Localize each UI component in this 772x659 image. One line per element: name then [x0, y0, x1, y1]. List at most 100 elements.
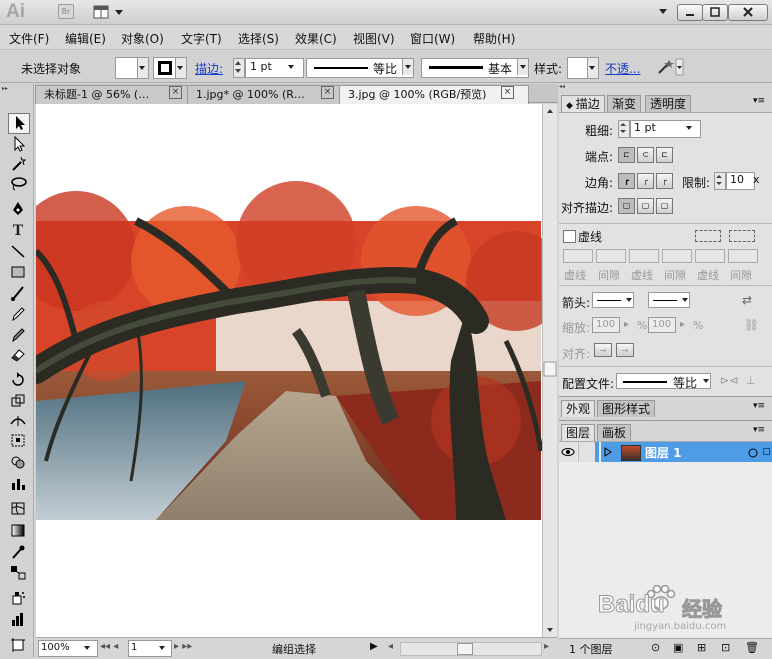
- rectangle-tool-icon[interactable]: [8, 263, 28, 282]
- limit-stepper[interactable]: [714, 172, 726, 190]
- pen-tool-icon[interactable]: [8, 200, 28, 219]
- flip-across-icon[interactable]: ⊥: [746, 374, 756, 387]
- dash-field-1[interactable]: [563, 249, 593, 263]
- width-tool-icon[interactable]: [8, 412, 28, 431]
- tab-stroke[interactable]: ◆ 描边: [561, 95, 605, 112]
- panel-menu-icon[interactable]: ▾≡: [753, 401, 765, 411]
- maximize-button[interactable]: [702, 4, 728, 21]
- round-join-icon[interactable]: ╭: [637, 173, 654, 189]
- eyedropper-tool-icon[interactable]: [8, 543, 28, 562]
- expand-triangle-icon[interactable]: [603, 446, 613, 458]
- profile-select[interactable]: 等比: [616, 373, 711, 390]
- graph-tool-icon[interactable]: [8, 475, 28, 494]
- swap-arrowheads-icon[interactable]: ⇄: [742, 293, 752, 307]
- minimize-button[interactable]: [677, 4, 703, 21]
- dash-preserve-icon[interactable]: [729, 230, 755, 242]
- menu-select[interactable]: 选择(S): [238, 30, 279, 47]
- style-dropdown[interactable]: [587, 57, 599, 79]
- recolor-button[interactable]: [656, 58, 684, 76]
- panel-menu-icon[interactable]: ▾≡: [753, 96, 765, 106]
- dash-field-2[interactable]: [629, 249, 659, 263]
- panel-menu-icon[interactable]: ▾≡: [753, 425, 765, 435]
- artboard-tool-icon[interactable]: [8, 636, 28, 655]
- pencil-tool-icon[interactable]: [8, 305, 28, 324]
- graphic-style-swatch[interactable]: [567, 57, 589, 79]
- selection-tool-icon[interactable]: [8, 113, 30, 134]
- shape-builder-tool-icon[interactable]: [8, 454, 28, 473]
- artboard-nav-next-icon[interactable]: ▸ ▸▸: [174, 641, 192, 652]
- eraser-tool-icon[interactable]: [8, 346, 28, 365]
- dash-field-3[interactable]: [695, 249, 725, 263]
- gap-field-1[interactable]: [596, 249, 626, 263]
- line-tool-icon[interactable]: [8, 243, 28, 262]
- column-graph-tool-icon[interactable]: [8, 611, 28, 630]
- visibility-eye-icon[interactable]: [559, 442, 577, 462]
- zoom-select[interactable]: 100%: [38, 640, 98, 657]
- scale-stepper-icon[interactable]: ▸: [680, 319, 685, 330]
- tab-close-icon[interactable]: ×: [169, 86, 182, 99]
- tab-gradient[interactable]: 渐变: [607, 95, 642, 112]
- fill-swatch[interactable]: [115, 57, 139, 79]
- limit-input[interactable]: 10: [726, 172, 755, 190]
- tab-graphic-styles[interactable]: 图形样式: [597, 400, 656, 417]
- horizontal-scrollbar[interactable]: [400, 642, 542, 656]
- symbol-sprayer-tool-icon[interactable]: [8, 589, 28, 608]
- locate-object-icon[interactable]: ⊙: [651, 641, 660, 654]
- stroke-link[interactable]: 描边:: [195, 60, 223, 77]
- layer-row[interactable]: 图层 1: [559, 442, 772, 462]
- miter-join-icon[interactable]: ┏: [618, 173, 635, 189]
- lock-toggle[interactable]: [578, 442, 596, 462]
- start-arrowhead-select[interactable]: [592, 292, 634, 308]
- dash-align-corners-icon[interactable]: [695, 230, 721, 242]
- stroke-weight-input[interactable]: 1 pt: [245, 58, 304, 78]
- fill-dropdown[interactable]: [137, 57, 149, 79]
- align-inside-icon[interactable]: ▢: [637, 198, 654, 214]
- clipping-mask-icon[interactable]: ▣: [673, 641, 683, 654]
- status-menu-icon[interactable]: ▶: [370, 641, 378, 652]
- type-tool-icon[interactable]: T: [8, 221, 28, 240]
- free-transform-tool-icon[interactable]: [8, 432, 28, 451]
- menu-type[interactable]: 文字(T): [181, 30, 222, 47]
- artboard-select[interactable]: 1: [128, 640, 172, 657]
- flip-along-icon[interactable]: ⊳⊲: [720, 374, 738, 387]
- weight-input[interactable]: 1 pt: [630, 120, 701, 138]
- round-cap-icon[interactable]: ⊂: [637, 147, 654, 163]
- menu-effect[interactable]: 效果(C): [295, 30, 337, 47]
- tab-artboards[interactable]: 画板: [597, 424, 632, 441]
- variable-width-profile[interactable]: 等比: [306, 58, 414, 78]
- tab-close-icon[interactable]: ×: [321, 86, 334, 99]
- bridge-button[interactable]: Br: [58, 4, 74, 19]
- link-scale-icon[interactable]: ⛓: [744, 318, 759, 332]
- artboard-nav-prev-icon[interactable]: ◂◂ ◂: [100, 641, 118, 652]
- menu-help[interactable]: 帮助(H): [473, 30, 515, 47]
- menu-edit[interactable]: 编辑(E): [65, 30, 106, 47]
- rotate-tool-icon[interactable]: [8, 371, 28, 390]
- dashed-line-checkbox[interactable]: [563, 230, 576, 243]
- paintbrush-tool-icon[interactable]: [8, 284, 28, 303]
- gradient-tool-icon[interactable]: [8, 522, 28, 541]
- new-layer-icon[interactable]: ⊡: [721, 641, 730, 654]
- stroke-weight-stepper[interactable]: [233, 58, 245, 78]
- end-arrowhead-select[interactable]: [648, 292, 690, 308]
- blob-brush-tool-icon[interactable]: [8, 326, 28, 345]
- arrow-extend-icon[interactable]: →: [594, 343, 612, 357]
- artboard-canvas[interactable]: [36, 104, 542, 637]
- hscroll-left-icon[interactable]: ◂: [388, 641, 393, 652]
- opacity-link[interactable]: 不透...: [605, 60, 640, 77]
- toolbox-collapse-icon[interactable]: ▸▸: [2, 86, 32, 92]
- close-button[interactable]: [728, 4, 768, 21]
- tab-layers[interactable]: 图层: [561, 424, 596, 441]
- target-circle-icon[interactable]: [747, 447, 759, 459]
- blend-tool-icon[interactable]: [8, 564, 28, 583]
- stroke-swatch[interactable]: [153, 57, 177, 79]
- scale-stepper-icon[interactable]: ▸: [624, 319, 629, 330]
- menu-view[interactable]: 视图(V): [353, 30, 395, 47]
- delete-layer-icon[interactable]: 🗑: [745, 641, 759, 654]
- layer-name[interactable]: 图层 1: [645, 444, 682, 461]
- menu-window[interactable]: 窗口(W): [410, 30, 455, 47]
- align-center-icon[interactable]: ▢: [618, 198, 635, 214]
- butt-cap-icon[interactable]: ⊏: [618, 147, 635, 163]
- tab-close-icon[interactable]: ×: [501, 86, 514, 99]
- menu-object[interactable]: 对象(O): [121, 30, 164, 47]
- direct-selection-tool-icon[interactable]: [8, 135, 28, 154]
